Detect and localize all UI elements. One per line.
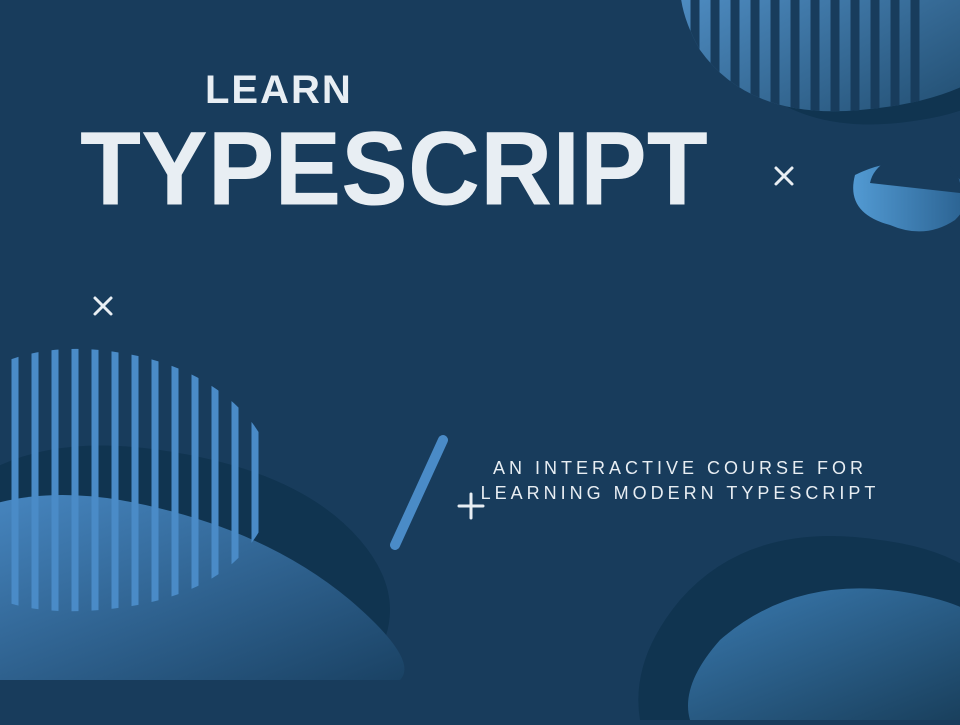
x-mark-icon xyxy=(92,295,114,317)
x-mark-icon xyxy=(773,165,795,187)
decorative-blob-bottom-right xyxy=(600,400,960,720)
subtitle-line1: AN INTERACTIVE COURSE FOR xyxy=(493,458,867,478)
heading-small: LEARN xyxy=(205,68,353,113)
decorative-halfcircle-right xyxy=(840,165,960,235)
decorative-diagonal-line xyxy=(385,430,455,550)
heading-large: TYPESCRIPT xyxy=(80,109,708,230)
subtitle-line2: LEARNING MODERN TYPESCRIPT xyxy=(481,483,880,503)
subtitle: AN INTERACTIVE COURSE FOR LEARNING MODER… xyxy=(460,456,900,506)
